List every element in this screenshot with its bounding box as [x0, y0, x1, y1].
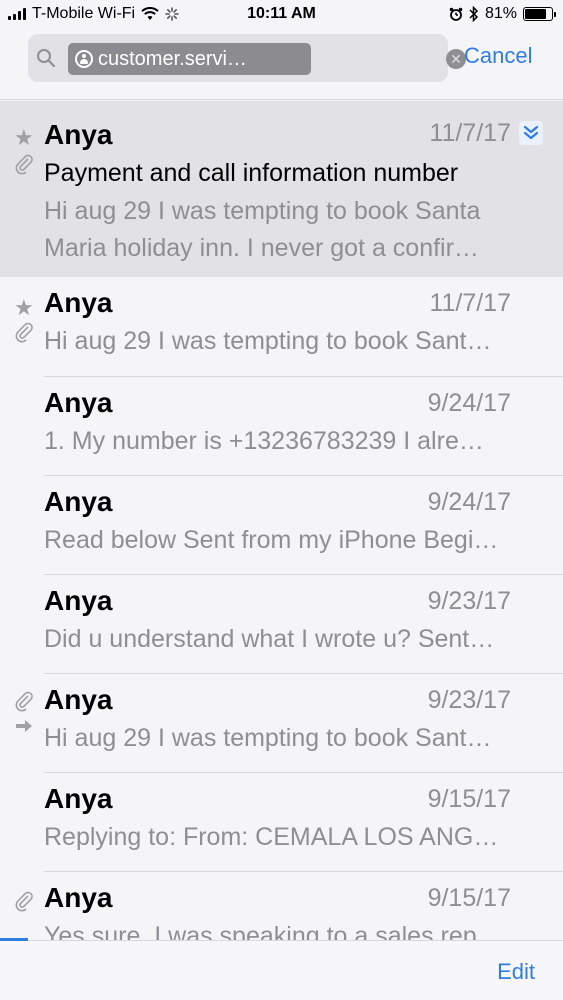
message-subject: Payment and call information number	[44, 159, 459, 187]
message-row[interactable]: Anya 9/24/17 Read below Sent from my iPh…	[0, 476, 563, 575]
message-row[interactable]: ★ Anya 11/7/17 Payment and call informat…	[0, 101, 563, 277]
message-date: 9/24/17	[427, 389, 511, 417]
message-date: 9/15/17	[427, 884, 511, 912]
status-bar: T-Mobile Wi-Fi 10:11 AM 81%	[0, 0, 563, 30]
message-row[interactable]: Anya 9/15/17 Replying to: From: CEMALA L…	[0, 773, 563, 872]
search-token-label: customer.servi…	[98, 48, 247, 70]
message-date: 11/7/17	[429, 289, 511, 317]
message-date: 9/23/17	[427, 587, 511, 615]
search-bar: customer.servi… ✕ Cancel	[0, 30, 563, 100]
message-sender: Anya	[44, 585, 113, 616]
message-sender: Anya	[44, 119, 113, 150]
message-sender: Anya	[44, 783, 113, 814]
message-preview: Did u understand what I wrote u? Sent…	[44, 625, 495, 653]
message-preview: Hi aug 29 I was tempting to book Sant…	[44, 327, 492, 355]
message-row[interactable]: ★ Anya 11/7/17 Hi aug 29 I was tempting …	[0, 277, 563, 377]
message-row[interactable]: Anya 9/23/17 Hi aug 29 I was tempting to…	[0, 674, 563, 773]
message-date: 9/24/17	[427, 488, 511, 516]
message-date: 11/7/17	[429, 119, 511, 147]
message-preview: Read below Sent from my iPhone Begi…	[44, 526, 499, 554]
attachment-icon	[15, 322, 33, 343]
forward-icon	[16, 720, 32, 732]
status-right: 81%	[449, 5, 556, 23]
attachment-icon	[15, 154, 33, 175]
battery-icon	[523, 7, 556, 21]
search-field[interactable]: customer.servi… ✕	[28, 34, 466, 82]
battery-level	[525, 9, 547, 19]
thread-expand-icon[interactable]	[519, 121, 543, 145]
alarm-icon	[449, 7, 463, 21]
message-sender: Anya	[44, 882, 113, 913]
cancel-button[interactable]: Cancel	[464, 43, 532, 69]
edit-button[interactable]: Edit	[497, 959, 535, 985]
battery-percent: 81%	[484, 5, 517, 22]
message-list: ★ Anya 11/7/17 Payment and call informat…	[0, 101, 563, 941]
star-icon: ★	[14, 125, 34, 150]
message-row[interactable]: Anya 9/15/17 Yes sure. I was speaking to…	[0, 872, 563, 941]
attachment-icon	[15, 691, 33, 712]
message-sender: Anya	[44, 486, 113, 517]
message-preview: Hi aug 29 I was tempting to book Santa M…	[44, 197, 481, 262]
message-sender: Anya	[44, 684, 113, 715]
message-sender: Anya	[44, 387, 113, 418]
loading-progress-bar	[0, 938, 28, 941]
search-icon	[37, 49, 56, 68]
message-date: 9/15/17	[427, 785, 511, 813]
message-preview: Replying to: From: CEMALA LOS ANG…	[44, 823, 499, 851]
message-row[interactable]: Anya 9/23/17 Did u understand what I wro…	[0, 575, 563, 674]
message-preview: 1. My number is +13236783239 I alre…	[44, 427, 484, 455]
star-icon: ★	[14, 295, 34, 320]
person-icon	[75, 50, 93, 68]
message-preview: Hi aug 29 I was tempting to book Sant…	[44, 724, 492, 752]
message-row[interactable]: Anya 9/24/17 1. My number is +1323678323…	[0, 377, 563, 476]
message-date: 9/23/17	[427, 686, 511, 714]
bottom-toolbar: Edit	[0, 938, 563, 1000]
search-token[interactable]: customer.servi…	[68, 43, 311, 75]
attachment-icon	[15, 891, 33, 912]
message-sender: Anya	[44, 287, 113, 318]
bluetooth-icon	[469, 6, 479, 22]
clear-icon[interactable]: ✕	[446, 49, 466, 69]
message-preview: Yes sure. I was speaking to a sales rep…	[44, 922, 502, 941]
